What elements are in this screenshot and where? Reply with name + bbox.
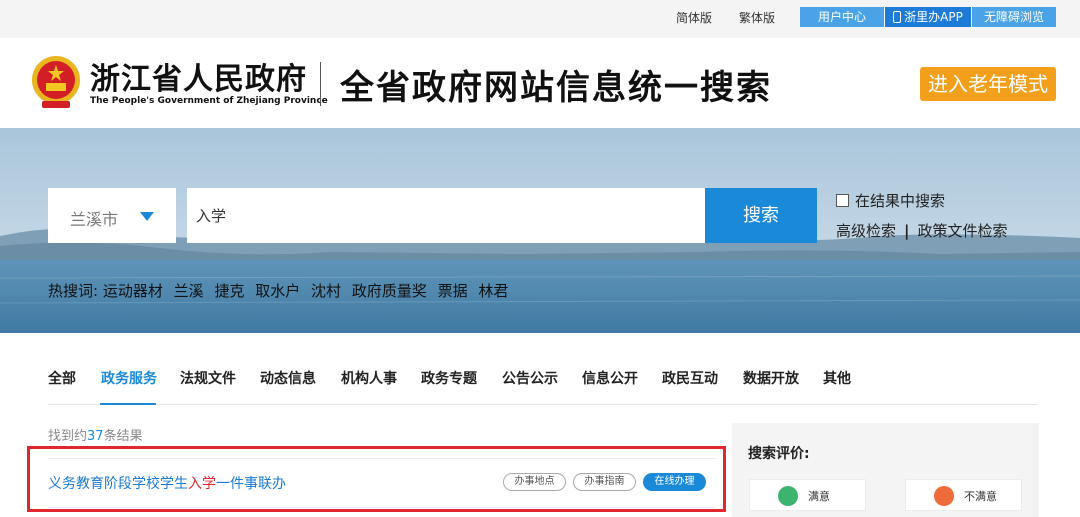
policy-search-link[interactable]: 政策文件检索 (918, 222, 1008, 240)
tab-government-services[interactable]: 政务服务 (101, 368, 157, 388)
hot-keyword[interactable]: 票据 (438, 282, 468, 300)
rating-title: 搜索评价: (748, 446, 810, 462)
search-rating-panel: 搜索评价: 满意 不满意 (732, 423, 1039, 517)
tab-all[interactable]: 全部 (48, 368, 76, 388)
unsatisfied-label: 不满意 (964, 490, 997, 503)
simplified-link[interactable]: 简体版 (676, 9, 712, 26)
traditional-link[interactable]: 繁体版 (739, 9, 775, 26)
tab-news[interactable]: 动态信息 (260, 368, 316, 388)
phone-icon (893, 11, 902, 23)
region-label: 兰溪市 (70, 210, 119, 229)
tab-other[interactable]: 其他 (823, 368, 851, 388)
link-separator: | (904, 222, 910, 240)
accessible-button[interactable]: 无障碍浏览 (972, 7, 1056, 27)
advanced-links: 高级检索 | 政策文件检索 (836, 220, 1008, 241)
page-title: 全省政府网站信息统一搜索 (340, 68, 772, 108)
national-emblem-icon (32, 56, 80, 108)
hot-keyword[interactable]: 兰溪 (174, 282, 204, 300)
hot-keyword[interactable]: 运动器材 (103, 282, 163, 300)
region-select[interactable]: 兰溪市 (48, 188, 176, 243)
tab-disclosure[interactable]: 信息公开 (582, 368, 638, 388)
site-header: 浙江省人民政府 The People's Government of Zheji… (0, 38, 1080, 128)
user-center-button[interactable]: 用户中心 (800, 7, 884, 27)
advanced-search-link[interactable]: 高级检索 (836, 222, 896, 240)
hot-label: 热搜词: (48, 282, 99, 300)
app-button[interactable]: 浙里办APP (885, 7, 971, 27)
tab-personnel[interactable]: 机构人事 (341, 368, 397, 388)
header-divider (320, 62, 321, 106)
tab-regulations[interactable]: 法规文件 (180, 368, 236, 388)
search-in-result-label: 在结果中搜索 (855, 192, 946, 210)
search-in-result[interactable]: 在结果中搜索 (836, 190, 945, 211)
count-prefix: 找到约 (48, 429, 88, 444)
unsatisfied-button[interactable]: 不满意 (905, 479, 1022, 511)
hot-keyword[interactable]: 林君 (478, 282, 508, 300)
hot-keyword[interactable]: 取水户 (255, 282, 300, 300)
app-label: 浙里办APP (904, 10, 963, 24)
result-count: 找到约37条结果 (48, 425, 143, 444)
frown-icon (934, 486, 954, 506)
search-in-result-checkbox[interactable] (836, 194, 849, 207)
tab-announcements[interactable]: 公告公示 (502, 368, 558, 388)
satisfied-button[interactable]: 满意 (749, 479, 866, 511)
search-banner: 兰溪市 搜索 在结果中搜索 高级检索 | 政策文件检索 热搜词: 运动器材 兰溪 捷… (0, 128, 1080, 333)
tab-topics[interactable]: 政务专题 (421, 368, 477, 388)
active-tab-indicator (100, 403, 156, 405)
tab-open-data[interactable]: 数据开放 (743, 368, 799, 388)
top-utility-bar: 简体版 繁体版 用户中心 浙里办APP 无障碍浏览 (0, 0, 1080, 38)
count-number: 37 (87, 429, 104, 444)
smile-icon (778, 486, 798, 506)
search-input[interactable] (187, 188, 705, 243)
hot-keywords: 热搜词: 运动器材 兰溪 捷克 取水户 沈村 政府质量奖 票据 林君 (48, 280, 514, 301)
hot-keyword[interactable]: 政府质量奖 (352, 282, 427, 300)
hot-keyword[interactable]: 捷克 (214, 282, 244, 300)
site-name: 浙江省人民政府 (90, 62, 307, 97)
satisfied-label: 满意 (808, 490, 830, 503)
highlight-annotation-box (27, 446, 726, 512)
caret-down-icon (140, 212, 154, 221)
count-suffix: 条结果 (103, 429, 143, 444)
search-button[interactable]: 搜索 (705, 188, 817, 243)
elder-mode-button[interactable]: 进入老年模式 (920, 67, 1056, 101)
site-name-en: The People's Government of Zhejiang Prov… (90, 96, 328, 106)
hot-keyword[interactable]: 沈村 (311, 282, 341, 300)
tabs-divider (48, 404, 1038, 405)
tab-interaction[interactable]: 政民互动 (662, 368, 718, 388)
